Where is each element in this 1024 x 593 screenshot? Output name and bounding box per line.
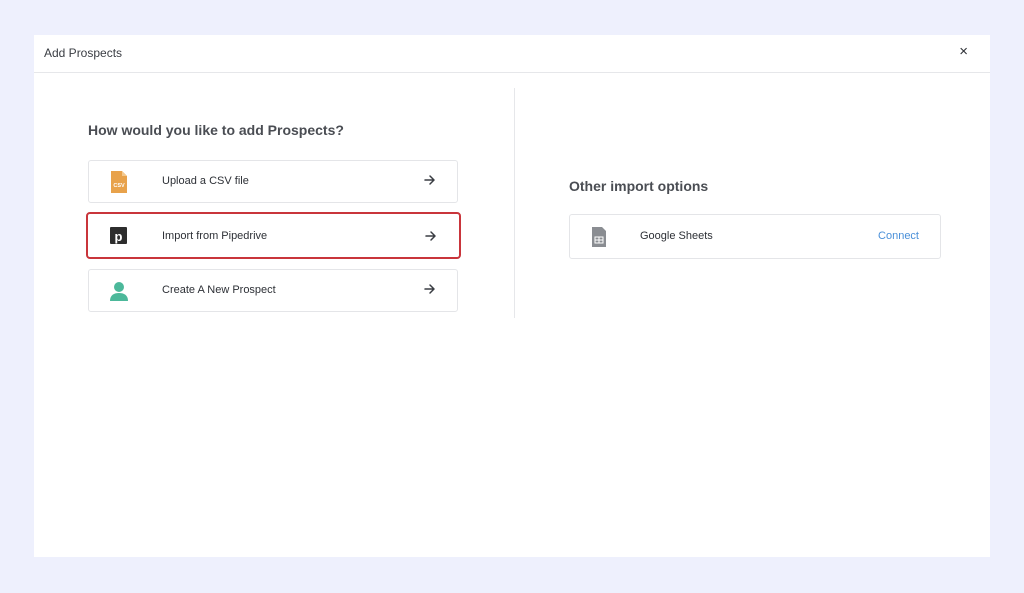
- close-button[interactable]: ×: [959, 44, 968, 60]
- option-import-pipedrive[interactable]: p Import from Pipedrive: [86, 212, 461, 259]
- option-upload-csv[interactable]: CSV Upload a CSV file: [88, 160, 458, 203]
- add-prospects-modal: Add Prospects × How would you like to ad…: [34, 35, 990, 557]
- user-icon: [110, 282, 128, 301]
- integration-label: Google Sheets: [640, 230, 713, 242]
- pipedrive-icon-text: p: [115, 229, 123, 244]
- pipedrive-icon: p: [110, 227, 127, 244]
- vertical-divider: [514, 88, 515, 318]
- option-label: Upload a CSV file: [162, 175, 249, 187]
- arrow-right-icon: [425, 231, 436, 241]
- csv-icon-text: CSV: [113, 183, 125, 189]
- option-create-prospect[interactable]: Create A New Prospect: [88, 269, 458, 312]
- modal-header: Add Prospects ×: [34, 35, 990, 73]
- arrow-right-icon: [424, 175, 435, 185]
- right-heading: Other import options: [569, 178, 709, 194]
- connect-button[interactable]: Connect: [878, 230, 919, 242]
- google-sheets-icon: [592, 227, 606, 247]
- arrow-right-icon: [424, 284, 435, 294]
- option-label: Create A New Prospect: [162, 284, 276, 296]
- integration-google-sheets: Google Sheets Connect: [569, 214, 941, 259]
- modal-title: Add Prospects: [44, 46, 123, 60]
- option-label: Import from Pipedrive: [162, 230, 268, 242]
- csv-file-icon: CSV: [111, 171, 127, 193]
- left-heading: How would you like to add Prospects?: [88, 122, 344, 138]
